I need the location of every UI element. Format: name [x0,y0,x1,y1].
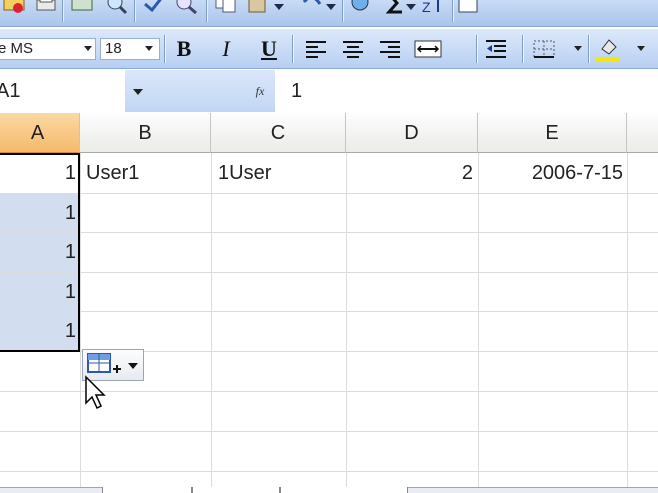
gridline [478,153,479,493]
gridline [0,311,658,312]
toolbar-separator [164,35,165,63]
toolbar-separator [62,0,63,22]
align-left-icon[interactable] [304,39,328,59]
chart-wizard-icon[interactable] [456,0,480,18]
formula-bar: A1 fx 1 [0,70,658,112]
standard-toolbar: Z [0,0,658,27]
cell-d1[interactable]: 2 [346,154,473,193]
gridline [0,272,658,273]
email-icon[interactable] [2,0,26,18]
spelling-icon[interactable] [142,0,166,18]
name-box-value: A1 [0,80,21,102]
chevron-down-icon[interactable] [145,46,153,51]
chevron-down-icon [128,363,138,369]
formatting-toolbar: e MS 18 B I U [0,29,658,69]
column-header-a[interactable]: A [0,113,80,153]
toolbar-separator [452,0,453,22]
toolbar-separator [134,0,135,22]
chevron-down-icon[interactable] [637,46,645,51]
search-icon[interactable] [104,0,128,18]
hyperlink-icon[interactable] [348,0,372,18]
font-size-value: 18 [105,40,122,57]
fill-color-icon[interactable] [596,35,620,63]
align-right-icon[interactable] [378,39,402,59]
toolbar-separator [342,0,343,22]
gridline [0,471,658,472]
toolbar-separator [292,35,293,63]
gridline [346,153,347,493]
copy-icon[interactable] [214,0,238,18]
column-header-e[interactable]: E [478,113,627,153]
cell-b1[interactable]: User1 [86,154,139,193]
gridline [0,232,658,233]
research-icon[interactable] [174,0,198,18]
decrease-indent-icon[interactable] [484,39,508,59]
gridline [211,153,212,493]
sheet-tab[interactable] [102,487,192,493]
formula-value: 1 [291,80,303,102]
chevron-down-icon [133,89,143,95]
svg-text:Z: Z [422,0,431,15]
gridline [627,153,628,493]
column-header-f[interactable] [627,113,658,153]
toolbar-separator [206,0,207,22]
column-header-b[interactable]: B [80,113,211,153]
borders-icon[interactable] [532,39,556,59]
column-header-c[interactable]: C [211,113,346,153]
merge-center-icon[interactable] [414,39,442,59]
italic-button[interactable]: I [213,35,239,63]
sheet-tab[interactable] [192,487,280,493]
toolbar-separator [522,35,523,63]
gridline [0,193,658,194]
font-name-box[interactable]: e MS [0,38,96,60]
insert-function-button[interactable]: fx [245,70,275,112]
cell-c1[interactable]: 1User [218,154,271,193]
toolbar-separator [476,35,477,63]
chevron-down-icon[interactable] [274,4,284,10]
mouse-cursor-icon [85,375,106,410]
print-preview-icon[interactable] [70,0,94,18]
gridline [80,153,81,493]
print-icon[interactable] [34,0,58,18]
autosum-icon[interactable] [384,0,408,18]
selection-border [0,153,80,352]
sort-ascending-icon[interactable]: Z [420,0,444,18]
cell-e1[interactable]: 2006-7-15 [478,154,623,193]
undo-icon[interactable] [300,0,324,18]
chevron-down-icon[interactable] [406,4,416,10]
chevron-down-icon[interactable] [326,4,336,10]
paste-icon[interactable] [246,0,270,18]
font-name-value: e MS [0,40,34,57]
toolbar-separator [588,35,589,63]
name-box[interactable]: A1 [0,70,125,112]
name-box-dropdown[interactable] [125,70,245,112]
sheet-tab[interactable] [280,487,408,493]
column-header-d[interactable]: D [346,113,478,153]
align-center-icon[interactable] [341,39,365,59]
gridline [0,431,658,432]
underline-button[interactable]: U [256,35,282,63]
chevron-down-icon[interactable] [574,46,582,51]
chevron-down-icon[interactable] [84,46,92,51]
bold-button[interactable]: B [171,35,197,63]
formula-input[interactable]: 1 [275,70,658,112]
spreadsheet-grid[interactable]: A B C D E 1 User1 1User 2 2006-7-15 1 1 … [0,113,658,493]
